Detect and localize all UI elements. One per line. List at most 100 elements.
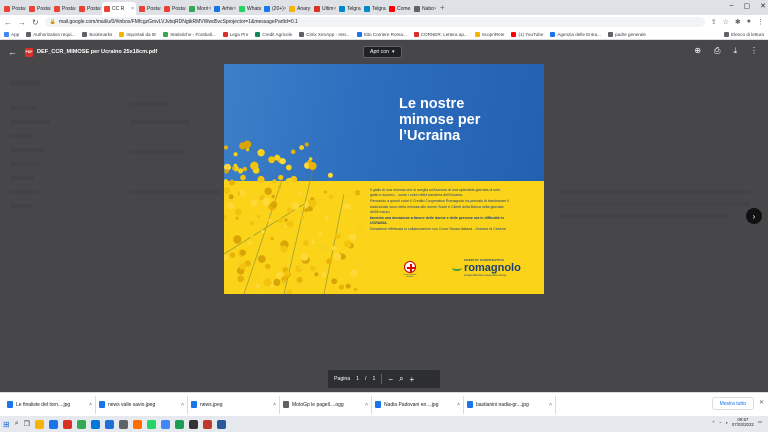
close-tab-icon[interactable]: × — [160, 6, 161, 12]
chevron-up-icon[interactable]: ˄ — [273, 402, 276, 408]
bookmark-item[interactable]: Credit Agricole — [255, 31, 292, 37]
browser-tab[interactable]: Telgra× — [337, 2, 361, 15]
browser-tab[interactable]: Arhiv × — [212, 2, 236, 15]
browser-tab[interactable]: Anary× — [287, 2, 311, 15]
taskbar-app-icon[interactable] — [90, 419, 100, 429]
bookmark-item[interactable]: Agenzia delle Entra... — [550, 31, 601, 37]
download-item[interactable]: Nadia Padovani en....jpg ˄ — [372, 395, 464, 414]
close-tab-icon[interactable]: × — [434, 6, 436, 12]
next-file-button[interactable]: › — [746, 208, 762, 224]
print-icon[interactable]: ⎙ — [714, 46, 720, 56]
close-downloads-icon[interactable]: ✕ — [759, 399, 764, 406]
back-icon[interactable]: ← — [4, 18, 12, 27]
browser-tab[interactable]: Posta× — [52, 2, 76, 15]
close-tab-icon[interactable]: × — [185, 6, 186, 12]
download-item[interactable]: news valle savio.jpeg ˄ — [96, 395, 188, 414]
close-window-icon[interactable]: ✕ — [760, 2, 766, 10]
menu-icon[interactable]: ⋮ — [757, 18, 764, 26]
bookmark-item[interactable]: Sito Corriere Roma... — [356, 31, 407, 37]
notifications-icon[interactable]: ▭ — [758, 419, 762, 425]
address-bar[interactable]: 🔒 mail.google.com/mail/u/0/#inbox/FMfcgz… — [44, 17, 705, 27]
close-tab-icon[interactable]: × — [233, 6, 236, 12]
zoom-out-icon[interactable]: − — [388, 375, 393, 384]
chevron-up-icon[interactable]: ˄ — [457, 402, 460, 408]
reading-list-link[interactable]: Elenco di lettura — [724, 31, 764, 37]
browser-tab[interactable]: Morri × — [187, 2, 211, 15]
maximize-icon[interactable]: ▢ — [744, 2, 751, 10]
browser-tab[interactable]: Telgra× — [362, 2, 386, 15]
new-tab-button[interactable]: + — [440, 3, 445, 12]
bookmark-item[interactable]: Authorization requi... — [26, 31, 75, 37]
reload-icon[interactable]: ↻ — [32, 18, 39, 27]
profile-icon[interactable]: ● — [747, 18, 751, 26]
download-item[interactable]: MotoGp le pagell....ogg ˄ — [280, 395, 372, 414]
browser-tab[interactable]: Whats× — [237, 2, 261, 15]
current-page-input[interactable]: 1 — [356, 376, 359, 382]
taskbar-app-icon[interactable] — [160, 419, 170, 429]
clock[interactable]: 09:57 07/03/2022 — [732, 417, 754, 427]
task-view-icon[interactable]: ❐ — [24, 420, 30, 428]
close-tab-icon[interactable]: × — [25, 6, 26, 12]
download-item[interactable]: Le finaliste del torn....jpg ˄ — [4, 395, 96, 414]
close-tab-icon[interactable]: × — [100, 6, 101, 12]
star-icon[interactable]: ☆ — [723, 18, 729, 26]
bookmark-item[interactable]: Bookmarks — [82, 31, 112, 37]
chevron-up-icon[interactable]: ˄ — [89, 402, 92, 408]
network-icon[interactable]: ◔ — [719, 420, 722, 425]
browser-tab[interactable]: Posta× — [77, 2, 101, 15]
bookmark-item[interactable]: CORNER: Lettera ap... — [413, 31, 468, 37]
download-item[interactable]: news.jpeg ˄ — [188, 395, 280, 414]
bookmark-item[interactable]: App — [4, 31, 19, 37]
taskbar-app-icon[interactable] — [216, 419, 226, 429]
taskbar-app-icon[interactable] — [174, 419, 184, 429]
zoom-in-icon[interactable]: + — [410, 375, 415, 384]
browser-tab[interactable]: Come× — [387, 2, 411, 15]
zoom-icon[interactable]: ⌕ — [399, 374, 403, 384]
bookmark-item[interactable]: ScopriRete — [474, 31, 504, 37]
close-tab-icon[interactable]: × — [50, 6, 51, 12]
download-item[interactable]: bastianini nadia-gr....jpg ˄ — [464, 395, 556, 414]
volume-icon[interactable]: ◖ — [725, 420, 728, 425]
close-tab-icon[interactable]: × — [310, 6, 311, 12]
taskbar-app-icon[interactable] — [104, 419, 114, 429]
close-tab-icon[interactable]: × — [410, 6, 411, 12]
browser-tab[interactable]: Posta× — [162, 2, 186, 15]
tray-up-icon[interactable]: ^ — [712, 420, 714, 425]
add-to-drive-icon[interactable]: ⊕ — [694, 46, 701, 56]
taskbar-app-icon[interactable] — [188, 419, 198, 429]
close-tab-icon[interactable]: × — [75, 6, 76, 12]
chevron-up-icon[interactable]: ˄ — [365, 402, 368, 408]
show-all-downloads-button[interactable]: Mostra tutto — [711, 397, 754, 410]
download-icon[interactable]: ⤓ — [733, 46, 737, 56]
chevron-up-icon[interactable]: ˄ — [549, 402, 552, 408]
close-tab-icon[interactable]: × — [284, 6, 286, 12]
taskbar-app-icon[interactable] — [146, 419, 156, 429]
browser-tab[interactable]: Nabo × — [412, 2, 436, 15]
open-with-button[interactable]: Apri con ▾ — [363, 46, 402, 58]
taskbar-app-icon[interactable] — [132, 419, 142, 429]
browser-tab[interactable]: Posta× — [27, 2, 51, 15]
close-tab-icon[interactable]: × — [333, 6, 336, 12]
taskbar-app-icon[interactable] — [62, 419, 72, 429]
taskbar-app-icon[interactable] — [76, 419, 86, 429]
more-options-icon[interactable]: ⋮ — [750, 46, 758, 56]
bookmark-item[interactable]: Citrix XenApp - Inst... — [299, 31, 350, 37]
taskbar-app-icon[interactable] — [48, 419, 58, 429]
extensions-icon[interactable]: ✱ — [735, 18, 741, 26]
browser-tab[interactable]: CC R × — [102, 2, 136, 15]
bookmark-item[interactable]: Importati da IE — [119, 31, 156, 37]
search-icon[interactable]: ⌕ — [15, 420, 19, 428]
share-icon[interactable]: ⇪ — [711, 18, 717, 26]
taskbar-app-icon[interactable] — [202, 419, 212, 429]
windows-start-icon[interactable]: ⊞ — [3, 420, 10, 429]
bookmark-item[interactable]: Lega Pro — [222, 31, 248, 37]
browser-tab[interactable]: Ultim × — [312, 2, 336, 15]
bookmark-item[interactable]: padre generale — [607, 31, 646, 37]
taskbar-app-icon[interactable] — [34, 419, 44, 429]
browser-tab[interactable]: (20+) × — [262, 2, 286, 15]
close-tab-icon[interactable]: × — [131, 6, 134, 12]
forward-icon[interactable]: → — [18, 18, 26, 27]
minimize-icon[interactable]: – — [730, 2, 734, 10]
close-viewer-icon[interactable]: ← — [8, 47, 17, 57]
taskbar-app-icon[interactable] — [118, 419, 128, 429]
